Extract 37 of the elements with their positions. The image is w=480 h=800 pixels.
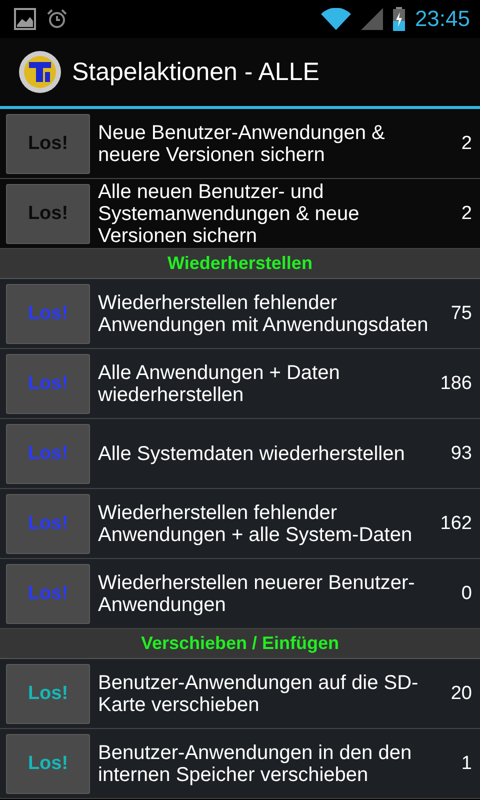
app-count: 0 [460, 582, 472, 604]
clock-time: 23:45 [414, 6, 470, 32]
section-title: Verschieben / Einfügen [140, 633, 340, 654]
action-label: Wiederherstellen fehlender Anwendungen mit Anwendungsdaten [98, 292, 430, 336]
action-label: Benutzer-Anwendungen in den den internen Speicher verschieben [98, 742, 413, 786]
action-label: Alle Anwendungen + Daten wiederherstellen [98, 362, 341, 406]
go-button[interactable]: Los! [6, 284, 90, 344]
go-button[interactable]: Los! [6, 494, 90, 554]
app-count: 186 [439, 372, 472, 394]
wifi-icon [320, 8, 351, 30]
app-count: 75 [450, 302, 472, 324]
go-button[interactable]: Los! [6, 184, 90, 244]
app-count: 1 [460, 752, 472, 774]
app-count: 2 [460, 132, 472, 154]
alarm-clock-icon [46, 8, 68, 30]
action-label: Wiederherstellen neuerer Benutzer-Anwendungen [98, 572, 416, 616]
picture-icon [14, 8, 36, 30]
signal-icon [360, 8, 383, 30]
go-button[interactable]: Los! [6, 734, 90, 794]
app-count: 162 [439, 512, 472, 534]
go-button[interactable]: Los! [6, 354, 90, 414]
action-label: Neue Benutzer-Anwendungen & neuere Versionen sichern [98, 122, 386, 166]
screen-title: Stapelaktionen - ALLE [72, 58, 320, 86]
go-button[interactable]: Los! [6, 114, 90, 174]
app-logo-icon [18, 50, 62, 94]
section-title: Wiederherstellen [168, 253, 312, 274]
action-label: Alle Systemdaten wiederherstellen [98, 442, 406, 464]
go-button[interactable]: Los! [6, 424, 90, 484]
go-button[interactable]: Los! [6, 664, 90, 724]
app-count: 2 [460, 202, 472, 224]
app-count: 20 [450, 682, 472, 704]
action-label: Alle neuen Benutzer- und Systemanwendungen & neue Versionen sichern [98, 180, 360, 246]
app-count: 93 [450, 442, 472, 464]
battery-charging-icon [392, 7, 405, 31]
go-button[interactable]: Los! [6, 564, 90, 624]
action-label: Benutzer-Anwendungen auf die SD-Karte verschieben [98, 672, 420, 716]
action-label: Wiederherstellen fehlender Anwendungen + alle System-Daten [98, 502, 414, 546]
